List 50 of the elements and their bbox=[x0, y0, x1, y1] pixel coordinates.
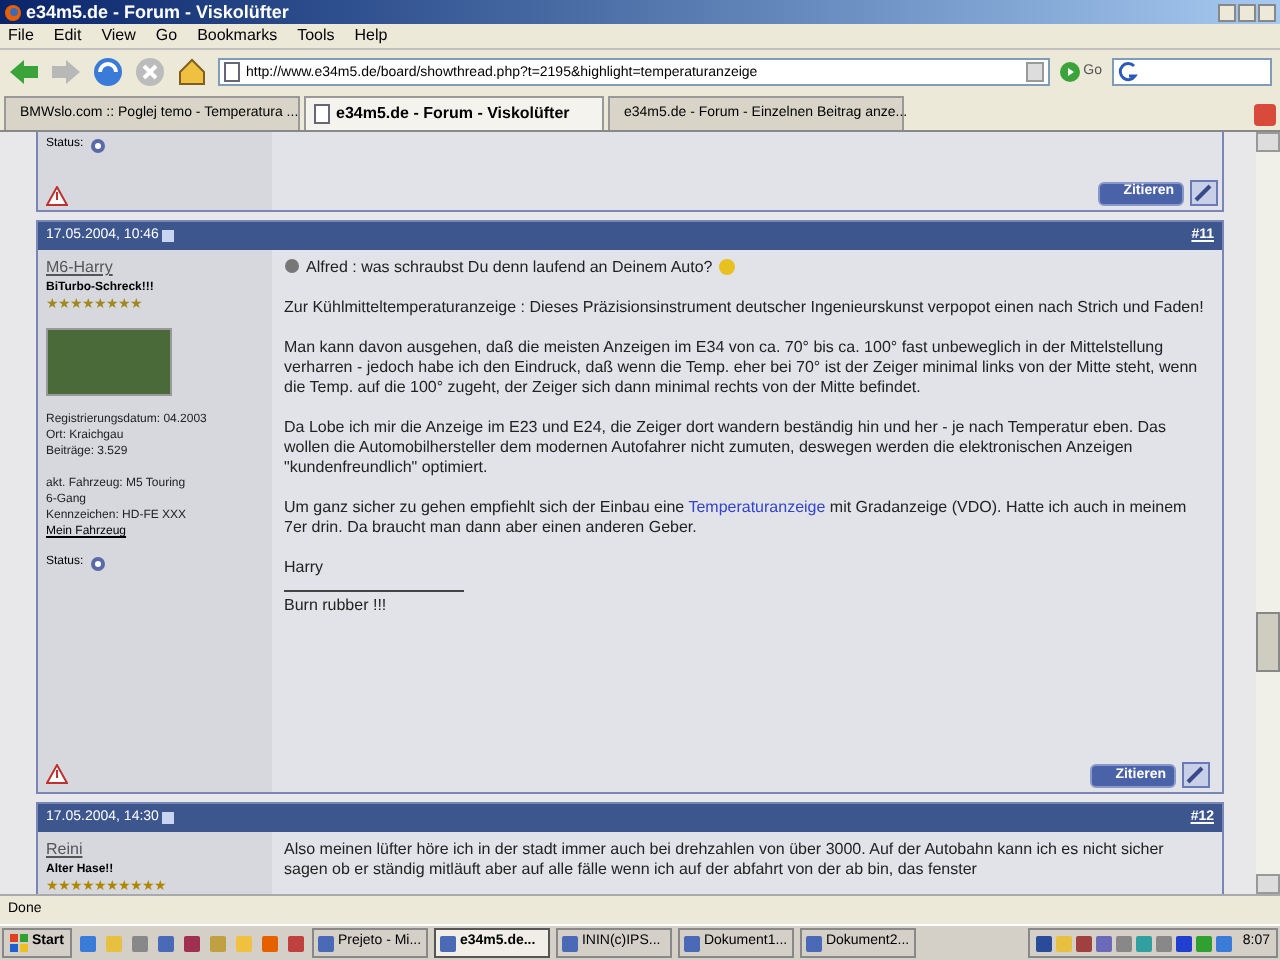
post-text: Harry bbox=[284, 558, 324, 578]
post-text: Zur Kühlmitteltemperaturanzeige : Dieses Präzisionsinstrument deutscher Ingenieurskunst verpopot einen nach Strich und Faden! bbox=[284, 298, 1204, 318]
page-icon bbox=[224, 62, 240, 82]
page-icon bbox=[314, 104, 330, 124]
post-text: Da Lobe ich mir die Anzeige im E23 und E24, die Zeiger dort wandern beständig hin und her - je nach Temperatur eben. Das wollen die Automobilhersteller dem modernen Autofahrer nicht zumuten, deswegen werden die elektronischen Anzeigen "kundenfreundlich" optimiert. bbox=[284, 418, 1169, 478]
search-engine-icon bbox=[1118, 62, 1138, 82]
status-icon bbox=[89, 137, 106, 153]
warning-icon bbox=[46, 764, 68, 784]
menu-item[interactable]: Bookmarks bbox=[197, 28, 278, 44]
app-icon bbox=[317, 935, 334, 951]
forward-arrow-icon[interactable] bbox=[50, 58, 82, 86]
quick-launch-icon[interactable] bbox=[285, 933, 306, 953]
quick-launch-icon[interactable] bbox=[129, 933, 150, 953]
window-title: e34m5.de - Forum - Viskolüfter bbox=[26, 3, 289, 21]
status-icon bbox=[89, 555, 106, 571]
post-text: Also meinen lüfter höre ich in der stadt immer auch bei drehzahlen von über 3000. Auf der Autobahn kann ich es nicht sicher sagen ob er ständig mitläuft aber auf alle fälle wenn ich auf der abfahrt von der ab bin, das fenster bbox=[284, 840, 1166, 880]
quick-launch-icon[interactable] bbox=[155, 933, 176, 953]
signature-text: Burn rubber !!! bbox=[284, 596, 389, 616]
scroll-thumb[interactable] bbox=[1256, 612, 1280, 672]
home-icon[interactable] bbox=[176, 56, 208, 88]
menu-item[interactable]: Go bbox=[155, 28, 178, 44]
back-arrow-icon[interactable] bbox=[8, 58, 40, 86]
app-icon bbox=[439, 935, 456, 951]
quick-launch-icon[interactable] bbox=[77, 933, 98, 953]
post-text: Um ganz sicher zu gehen empfiehlt sich der Einbau eine Temperaturanzeige mit Gradanzeige (VDO). Hatte ich auch in meinem 7er drin. Da braucht man dann aber einen anderen Geber. bbox=[284, 498, 1189, 538]
quick-launch-icon[interactable] bbox=[259, 933, 280, 953]
windows-logo-icon bbox=[10, 934, 28, 952]
menu-item[interactable]: Edit bbox=[53, 28, 82, 44]
edit-icon[interactable] bbox=[1190, 180, 1218, 206]
browser-tab[interactable]: e34m5.de - Forum - Viskolüfter bbox=[304, 96, 604, 130]
menu-item[interactable]: View bbox=[101, 28, 136, 44]
app-icon bbox=[805, 935, 822, 951]
post-text: Man kann davon ausgehen, daß die meisten Anzeigen im E34 von ca. 70° bis ca. 100° fast unbeweglich in der Mittelstellung verharren - jedoch habe ich den Eindruck, daß wenn die Temp. eher bei 70° ist der Zeiger minimal links von der Mitte steht, wenn die Temp. auf die 100° zugeht, der Zeiger sich dann minimal rechts von der Mitte befindet. bbox=[284, 338, 1200, 398]
search-field[interactable] bbox=[1112, 58, 1272, 86]
app-icon bbox=[561, 935, 578, 951]
scrollbar[interactable] bbox=[1256, 132, 1280, 894]
tab-label: e34m5.de - Forum - Viskolüfter bbox=[336, 102, 570, 126]
menu-item[interactable]: Help bbox=[354, 28, 388, 44]
text-link[interactable]: Temperaturanzeige bbox=[688, 498, 826, 516]
quick-launch-icon[interactable] bbox=[181, 933, 202, 953]
menu-item[interactable]: Tools bbox=[297, 28, 335, 44]
app-icon bbox=[683, 935, 700, 951]
post-text: Alfred : was schraubst Du denn laufend an Deinem Auto? bbox=[306, 258, 737, 278]
username-link[interactable]: M6-Harry bbox=[46, 256, 264, 280]
reload-icon[interactable] bbox=[92, 56, 124, 88]
edit-icon[interactable] bbox=[1182, 762, 1210, 788]
warning-icon bbox=[46, 186, 68, 206]
stop-icon[interactable] bbox=[134, 56, 166, 88]
username-link[interactable]: Reini bbox=[46, 838, 264, 862]
menu-item[interactable]: File bbox=[8, 28, 34, 44]
